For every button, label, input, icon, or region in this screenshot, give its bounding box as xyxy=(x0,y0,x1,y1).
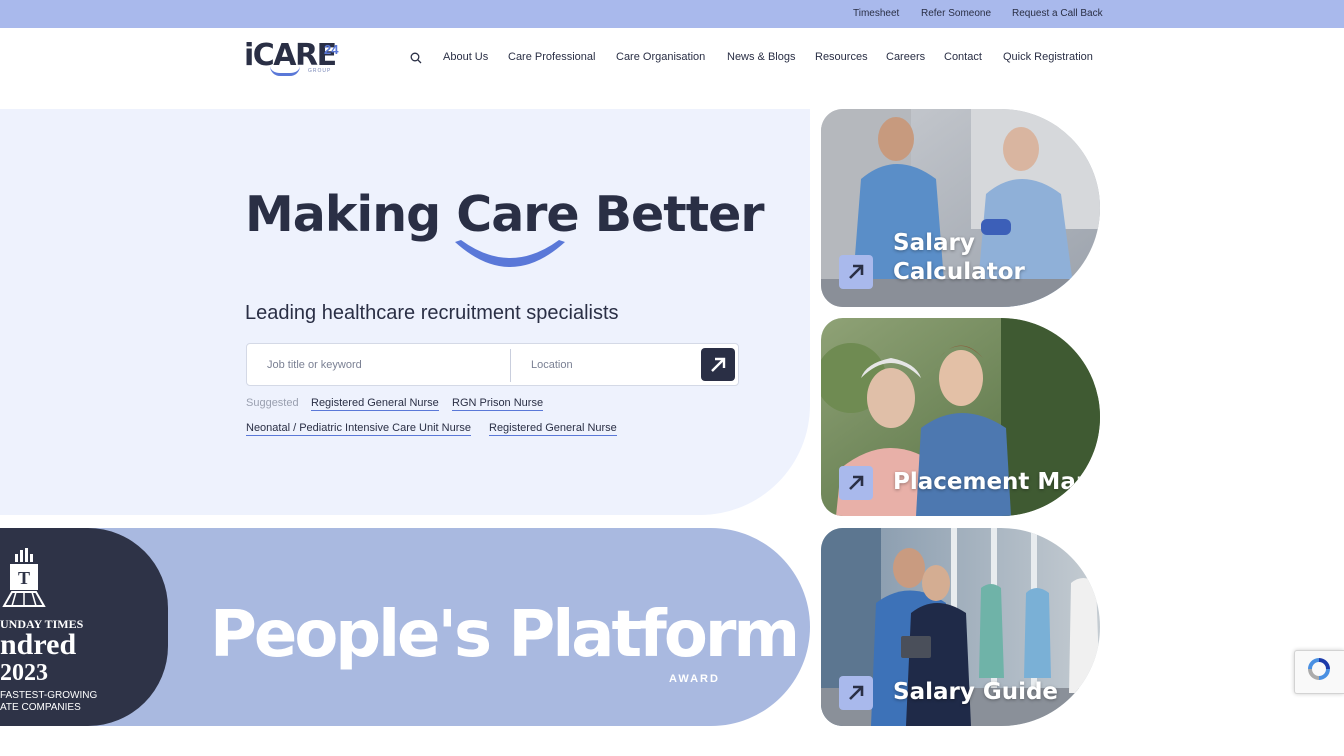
search-icon[interactable] xyxy=(410,51,422,64)
salary-calculator-card[interactable]: Salary Calculator xyxy=(821,109,1100,307)
suggestion-link[interactable]: RGN Prison Nurse xyxy=(452,397,544,411)
nav-resources[interactable]: Resources xyxy=(815,51,868,63)
smile-underline-graphic xyxy=(455,240,565,267)
hundred-label: ndred xyxy=(0,628,77,661)
icare24-logo[interactable]: iCARE 24 GROUP xyxy=(244,38,344,76)
arrow-up-right-icon xyxy=(839,466,873,500)
card-title: Salary Calculator xyxy=(893,229,1025,287)
logo-smile-mark xyxy=(270,66,300,76)
nav-news-blogs[interactable]: News & Blogs xyxy=(727,51,795,63)
nav-about-us[interactable]: About Us xyxy=(443,51,488,63)
award-label: AWARD xyxy=(669,673,720,685)
card-title: Placement Map xyxy=(893,469,1093,495)
location-input[interactable] xyxy=(531,352,691,378)
search-submit-button[interactable] xyxy=(701,348,735,381)
award-banner: T UNDAY TIMES ndred 2023 FASTEST-GROWING… xyxy=(0,528,810,726)
logo-group-label: GROUP xyxy=(308,68,332,74)
award-year: 2023 xyxy=(0,660,48,686)
job-search-form xyxy=(246,343,739,386)
refer-someone-link[interactable]: Refer Someone xyxy=(921,8,991,19)
award-caption-line-1: FASTEST-GROWING xyxy=(0,690,98,701)
suggestion-link[interactable]: Registered General Nurse xyxy=(311,397,439,411)
hero-title: Making Care Better xyxy=(245,186,765,243)
request-call-back-link[interactable]: Request a Call Back xyxy=(1012,8,1103,19)
award-caption-line-2: ATE COMPANIES xyxy=(0,702,81,713)
placement-map-card[interactable]: Placement Map xyxy=(821,318,1100,516)
suggestion-link[interactable]: Registered General Nurse xyxy=(489,422,617,436)
card-title: Salary Guide xyxy=(893,679,1059,705)
card-title-line: Calculator xyxy=(893,259,1025,285)
suggestion-link[interactable]: Neonatal / Pediatric Intensive Care Unit… xyxy=(246,422,471,436)
logo-number: 24 xyxy=(324,42,339,57)
arrow-up-right-icon xyxy=(711,357,726,372)
job-keyword-input[interactable] xyxy=(267,352,497,378)
nav-careers[interactable]: Careers xyxy=(886,51,925,63)
arrow-up-right-icon xyxy=(839,255,873,289)
arrow-up-right-icon xyxy=(839,676,873,710)
nav-care-professional[interactable]: Care Professional xyxy=(508,51,595,63)
recaptcha-badge[interactable] xyxy=(1294,650,1344,694)
search-divider xyxy=(510,349,511,382)
nav-contact[interactable]: Contact xyxy=(944,51,982,63)
nav-care-organisation[interactable]: Care Organisation xyxy=(616,51,705,63)
card-title-line: Salary xyxy=(893,230,975,256)
nav-quick-registration[interactable]: Quick Registration xyxy=(1003,51,1093,63)
recaptcha-icon xyxy=(1308,658,1330,680)
salary-guide-card[interactable]: Salary Guide xyxy=(821,528,1100,726)
timesheet-link[interactable]: Timesheet xyxy=(853,8,899,19)
suggested-label: Suggested xyxy=(246,397,299,409)
peoples-platform-headline: People's Platform xyxy=(210,598,800,672)
svg-text:T: T xyxy=(18,568,30,588)
utility-bar: Timesheet Refer Someone Request a Call B… xyxy=(0,0,1344,28)
sunday-times-crest-icon: T xyxy=(2,548,46,607)
hero-subtitle: Leading healthcare recruitment specialis… xyxy=(245,302,619,324)
